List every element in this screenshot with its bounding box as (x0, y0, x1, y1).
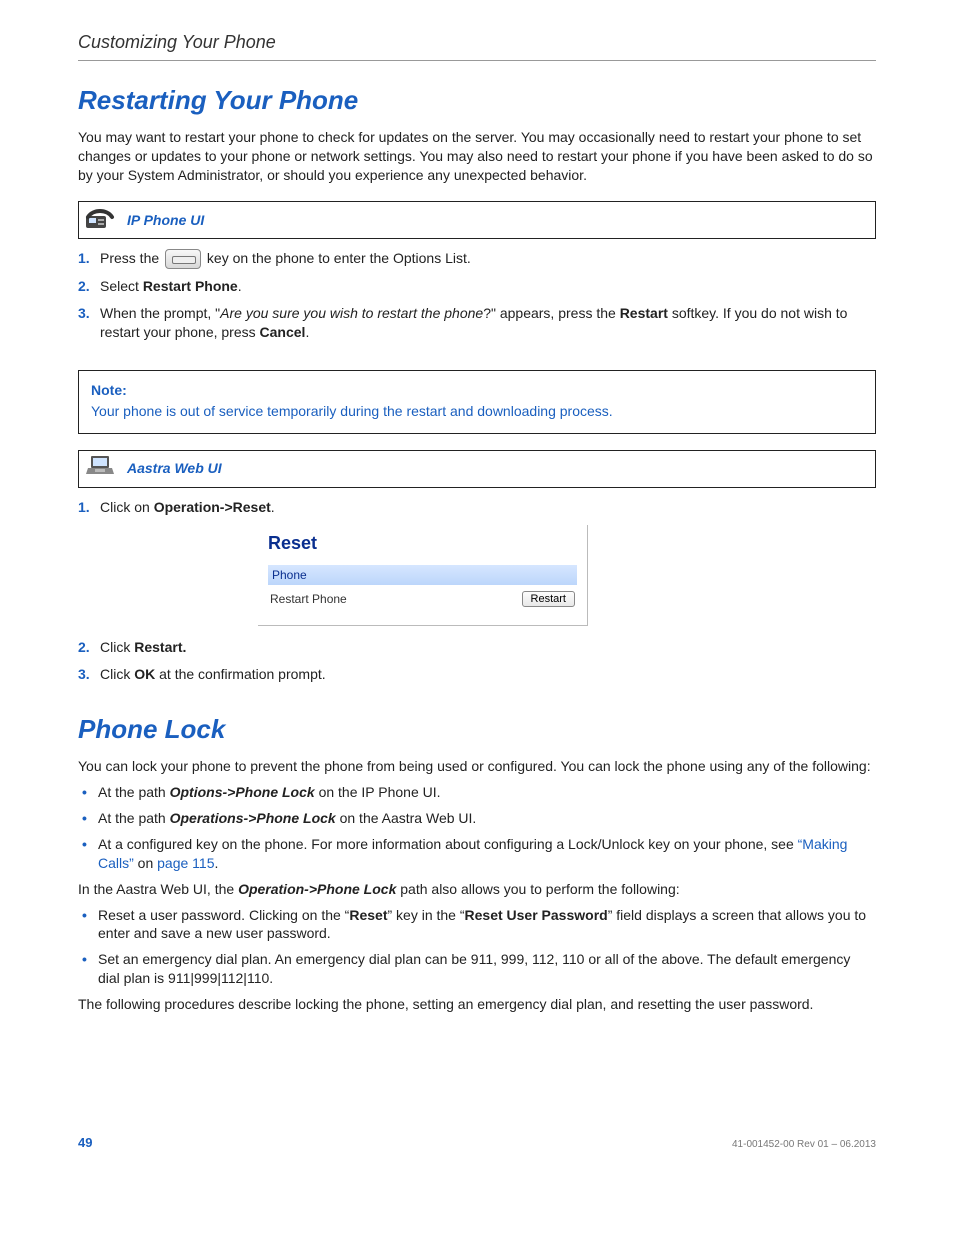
lock2-bullet-2: Set an emergency dial plan. An emergency… (78, 950, 876, 988)
step-text: Press the (100, 250, 163, 266)
lock-intro: You can lock your phone to prevent the p… (78, 757, 876, 776)
step-bold: Operation->Reset (154, 499, 271, 515)
bullet-path: Operations->Phone Lock (170, 810, 336, 826)
header-rule (78, 60, 876, 61)
callout-aastra-web-ui: Aastra Web UI (78, 450, 876, 488)
step-text: Click (100, 639, 134, 655)
step-text: Select (100, 278, 143, 294)
laptop-icon (85, 454, 115, 483)
bullet-text: Reset a user password. Clicking on the “ (98, 907, 349, 923)
lock-bullet-2: At the path Operations->Phone Lock on th… (78, 809, 876, 828)
callout-label-web-ui: Aastra Web UI (127, 459, 222, 478)
callout-label-ip-phone: IP Phone UI (127, 211, 204, 230)
step-text: ?" appears, press the (483, 305, 620, 321)
lock-bullet-1: At the path Options->Phone Lock on the I… (78, 783, 876, 802)
note-body: Your phone is out of service temporarily… (91, 402, 863, 421)
ip-step-1: 1. Press the key on the phone to enter t… (78, 249, 876, 269)
screenshot-section-header: Phone (268, 565, 577, 585)
doc-revision: 41-001452-00 Rev 01 – 06.2013 (732, 1138, 876, 1152)
bullet-bold: Reset User Password (465, 907, 608, 923)
callout-ip-phone-ui: IP Phone UI (78, 201, 876, 239)
reset-screenshot: Reset Phone Restart Phone Restart (258, 525, 588, 627)
step-text: . (238, 278, 242, 294)
note-title: Note: (91, 381, 863, 400)
lock-closing: The following procedures describe lockin… (78, 995, 876, 1014)
step-text: key on the phone to enter the Options Li… (207, 250, 471, 266)
step-bold: Cancel (260, 324, 306, 340)
step-bold: Restart Phone (143, 278, 238, 294)
bullet-text: on the Aastra Web UI. (336, 810, 477, 826)
section-title-phone-lock: Phone Lock (78, 712, 876, 747)
lock-bullet-3: At a configured key on the phone. For mo… (78, 835, 876, 873)
web-ui-steps-1: 1. Click on Operation->Reset. (78, 498, 876, 517)
step-text: Click on (100, 499, 154, 515)
step-number: 3. (78, 665, 90, 684)
ip-phone-steps: 1. Press the key on the phone to enter t… (78, 249, 876, 342)
link-page-115[interactable]: page 115 (157, 855, 214, 871)
bullet-text: . (215, 855, 219, 871)
screenshot-row-restart: Restart Phone Restart (268, 589, 577, 609)
bullet-text: Set an emergency dial plan. An emergency… (98, 951, 850, 986)
options-key-icon (165, 249, 201, 269)
lock-bullets-2: Reset a user password. Clicking on the “… (78, 906, 876, 989)
page-footer: 49 41-001452-00 Rev 01 – 06.2013 (78, 1134, 876, 1152)
section-title-restart: Restarting Your Phone (78, 83, 876, 118)
web-step-1: 1. Click on Operation->Reset. (78, 498, 876, 517)
ip-step-2: 2. Select Restart Phone. (78, 277, 876, 296)
bullet-text: At the path (98, 784, 170, 800)
running-header: Customizing Your Phone (78, 30, 876, 54)
step-text: When the prompt, " (100, 305, 220, 321)
text: In the Aastra Web UI, the (78, 881, 238, 897)
step-text: Click (100, 666, 134, 682)
note-box: Note: Your phone is out of service tempo… (78, 370, 876, 434)
bullet-text: on (134, 855, 157, 871)
bullet-text: on the IP Phone UI. (315, 784, 441, 800)
bullet-text: At the path (98, 810, 170, 826)
step-number: 3. (78, 304, 90, 323)
lock2-bullet-1: Reset a user password. Clicking on the “… (78, 906, 876, 944)
step-bold: Restart (620, 305, 668, 321)
screenshot-row-label: Restart Phone (270, 591, 347, 607)
step-text: at the confirmation prompt. (155, 666, 325, 682)
text: path also allows you to perform the foll… (400, 881, 679, 897)
step-number: 1. (78, 498, 90, 517)
bullet-text: At a configured key on the phone. For mo… (98, 836, 798, 852)
lock-bullets: At the path Options->Phone Lock on the I… (78, 783, 876, 873)
desk-phone-icon (85, 208, 115, 232)
restart-button[interactable]: Restart (522, 591, 575, 607)
lock-mid-paragraph: In the Aastra Web UI, the Operation->Pho… (78, 880, 876, 899)
step-number: 1. (78, 249, 90, 268)
web-step-2: 2. Click Restart. (78, 638, 876, 657)
web-ui-steps-2: 2. Click Restart. 3. Click OK at the con… (78, 638, 876, 684)
page-number: 49 (78, 1134, 92, 1152)
screenshot-title: Reset (268, 531, 577, 555)
step-number: 2. (78, 277, 90, 296)
step-text: . (305, 324, 309, 340)
step-bold: Restart. (134, 639, 186, 655)
restart-intro: You may want to restart your phone to ch… (78, 128, 876, 185)
bullet-text: ” key in the “ (387, 907, 464, 923)
bullet-path: Options->Phone Lock (170, 784, 315, 800)
web-step-3: 3. Click OK at the confirmation prompt. (78, 665, 876, 684)
step-italic: Are you sure you wish to restart the pho… (220, 305, 483, 321)
step-number: 2. (78, 638, 90, 657)
bullet-bold: Reset (349, 907, 387, 923)
ip-step-3: 3. When the prompt, "Are you sure you wi… (78, 304, 876, 342)
step-bold: OK (134, 666, 155, 682)
step-text: . (271, 499, 275, 515)
path-label: Operation->Phone Lock (238, 881, 396, 897)
